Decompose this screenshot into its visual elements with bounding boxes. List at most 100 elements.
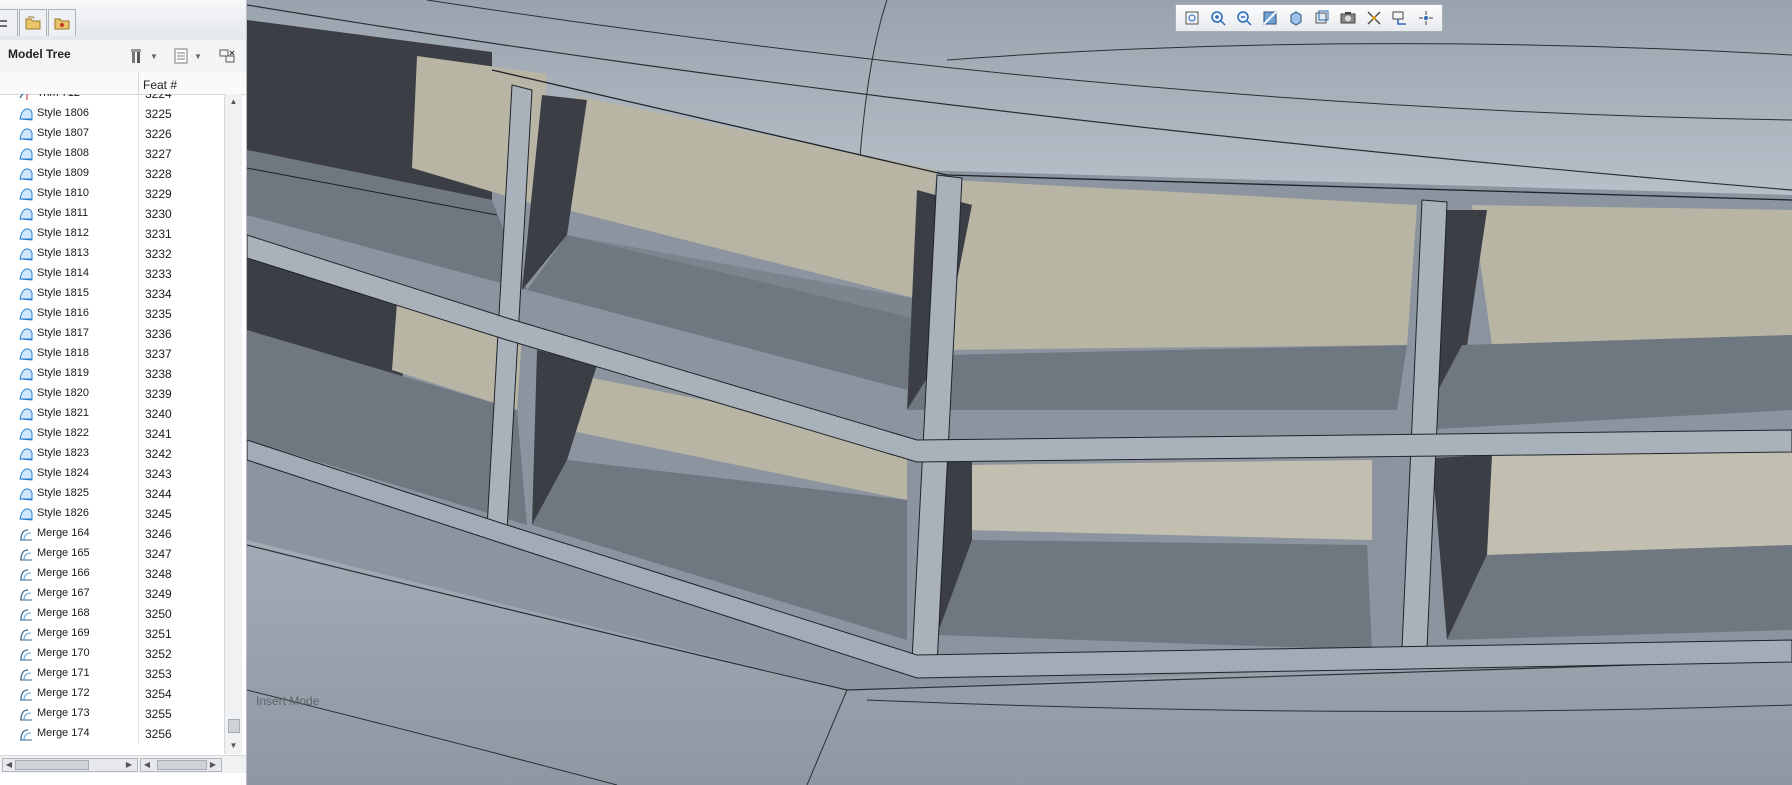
tree-row[interactable]: Merge 166 3248 <box>0 564 224 584</box>
tree-row[interactable]: Style 1809 3228 <box>0 164 224 184</box>
tree-row[interactable]: Merge 167 3249 <box>0 584 224 604</box>
saved-views-button[interactable] <box>1309 6 1335 30</box>
tree-row[interactable]: Style 1808 3227 <box>0 144 224 164</box>
refit-button[interactable] <box>1179 6 1205 30</box>
graphics-viewport[interactable]: Insert Mode <box>247 0 1792 785</box>
tree-row[interactable]: Merge 174 3256 <box>0 724 224 744</box>
scroll-left-icon[interactable]: ◀ <box>141 759 153 771</box>
view-manager-icon <box>1340 12 1356 24</box>
tree-row[interactable]: Style 1823 3242 <box>0 444 224 464</box>
tree-horizontal-scrollbars: ◀ ▶ ◀ ▶ <box>0 755 246 773</box>
scrollbar-thumb[interactable] <box>157 760 207 770</box>
chevron-down-icon: ▼ <box>194 51 202 61</box>
tree-row[interactable]: Merge 168 3250 <box>0 604 224 624</box>
tree-row-name: Merge 170 <box>37 647 90 659</box>
spin-center-icon <box>1419 11 1433 25</box>
style-surface-icon <box>19 368 33 381</box>
tree-row[interactable]: Style 1814 3233 <box>0 264 224 284</box>
scroll-right-icon[interactable]: ▶ <box>123 759 135 771</box>
tree-row[interactable]: Style 1819 3238 <box>0 364 224 384</box>
tree-row-feat-number: 3246 <box>145 527 172 541</box>
tree-row[interactable]: Style 1810 3229 <box>0 184 224 204</box>
tree-row[interactable]: Style 1820 3239 <box>0 384 224 404</box>
scroll-right-icon[interactable]: ▶ <box>207 759 219 771</box>
display-style-button[interactable] <box>1283 6 1309 30</box>
column-name-header[interactable] <box>0 72 139 94</box>
tree-vertical-scrollbar[interactable]: ▲ ▼ <box>224 94 242 754</box>
view-manager-button[interactable] <box>1335 6 1361 30</box>
tree-row[interactable]: Trim 712 3224 <box>0 94 224 104</box>
column-divider <box>138 324 139 344</box>
scroll-left-icon[interactable]: ◀ <box>3 759 15 771</box>
tree-row-name: Style 1814 <box>37 267 89 279</box>
style-surface-icon <box>19 188 33 201</box>
repaint-button[interactable] <box>1257 6 1283 30</box>
zoom-out-button[interactable] <box>1231 6 1257 30</box>
settings-button[interactable]: ▼ <box>128 46 158 66</box>
tab-favorites[interactable] <box>48 9 76 36</box>
scroll-down-icon[interactable]: ▼ <box>225 738 242 753</box>
tree-row-feat-number: 3229 <box>145 187 172 201</box>
tree-row-feat-number: 3235 <box>145 307 172 321</box>
tree-row[interactable]: Style 1824 3243 <box>0 464 224 484</box>
tree-row-name: Merge 166 <box>37 567 90 579</box>
show-button[interactable]: ▼ <box>172 46 202 66</box>
tree-row[interactable]: Style 1813 3232 <box>0 244 224 264</box>
tree-row[interactable]: Style 1825 3244 <box>0 484 224 504</box>
column-feat-header[interactable]: Feat # <box>143 78 177 92</box>
filter-button[interactable] <box>218 46 236 66</box>
tree-row-feat-number: 3255 <box>145 707 172 721</box>
tree-row[interactable]: Merge 164 3246 <box>0 524 224 544</box>
tree-row[interactable]: Merge 165 3247 <box>0 544 224 564</box>
zoom-in-icon <box>1211 11 1226 26</box>
model-tree-tab-icon <box>0 20 7 27</box>
tree-row[interactable]: Style 1818 3237 <box>0 344 224 364</box>
tree-row-feat-number: 3238 <box>145 367 172 381</box>
tree-row[interactable]: Style 1815 3234 <box>0 284 224 304</box>
tree-row-name: Merge 174 <box>37 727 90 739</box>
tree-row-feat-number: 3251 <box>145 627 172 641</box>
datum-display-button[interactable] <box>1361 6 1387 30</box>
style-surface-icon <box>19 408 33 421</box>
merge-icon <box>20 709 32 721</box>
grille-3d-model[interactable] <box>247 0 1792 785</box>
chevron-down-icon: ▼ <box>150 51 158 61</box>
scrollbar-thumb[interactable] <box>15 760 89 770</box>
tree-row[interactable]: Merge 170 3252 <box>0 644 224 664</box>
tree-row-feat-number: 3253 <box>145 667 172 681</box>
tree-row[interactable]: Merge 169 3251 <box>0 624 224 644</box>
tree-row[interactable]: Style 1816 3235 <box>0 304 224 324</box>
tree-row[interactable]: Style 1811 3230 <box>0 204 224 224</box>
scrollbar-thumb[interactable] <box>228 719 240 733</box>
tree-row[interactable]: Style 1826 3245 <box>0 504 224 524</box>
zoom-in-button[interactable] <box>1205 6 1231 30</box>
tree-row[interactable]: Style 1817 3236 <box>0 324 224 344</box>
tree-row[interactable]: Merge 172 3254 <box>0 684 224 704</box>
name-column-hscrollbar[interactable]: ◀ ▶ <box>2 758 138 772</box>
tree-row[interactable]: Style 1806 3225 <box>0 104 224 124</box>
tree-row[interactable]: Style 1822 3241 <box>0 424 224 444</box>
tree-row[interactable]: Style 1807 3226 <box>0 124 224 144</box>
tree-row[interactable]: Merge 171 3253 <box>0 664 224 684</box>
tree-row-name: Style 1817 <box>37 327 89 339</box>
spin-center-button[interactable] <box>1413 6 1439 30</box>
tree-row-name: Style 1816 <box>37 307 89 319</box>
tree-row[interactable]: Style 1812 3231 <box>0 224 224 244</box>
tab-model-tree[interactable] <box>0 9 18 36</box>
navigator-tabs <box>0 0 246 41</box>
tree-row[interactable]: Style 1821 3240 <box>0 404 224 424</box>
tree-row-feat-number: 3249 <box>145 587 172 601</box>
feat-column-hscrollbar[interactable]: ◀ ▶ <box>140 758 222 772</box>
tree-row-feat-number: 3243 <box>145 467 172 481</box>
tree-row-name: Merge 164 <box>37 527 90 539</box>
tree-row[interactable]: Merge 173 3255 <box>0 704 224 724</box>
annotation-display-button[interactable] <box>1387 6 1413 30</box>
style-surface-icon <box>19 248 33 261</box>
model-tree-header: Model Tree ▼ ▼ <box>0 40 246 73</box>
tab-folder-browser[interactable] <box>19 9 47 36</box>
scroll-up-icon[interactable]: ▲ <box>225 94 242 109</box>
tree-row-feat-number: 3228 <box>145 167 172 181</box>
tree-row-name: Merge 167 <box>37 587 90 599</box>
tree-row-name: Style 1824 <box>37 467 89 479</box>
column-divider <box>138 124 139 144</box>
